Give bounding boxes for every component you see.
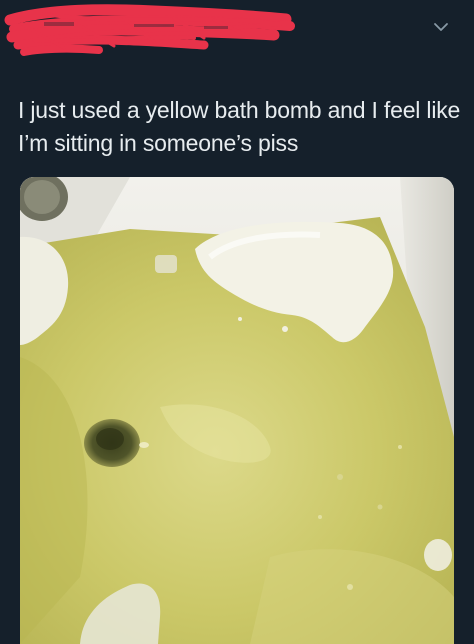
tweet-text: I just used a yellow bath bomb and I fee…	[18, 97, 461, 156]
tweet-photo[interactable]	[20, 177, 454, 644]
tweet-header	[0, 0, 474, 70]
redaction-scribble	[4, 4, 295, 56]
chevron-down-icon[interactable]	[432, 18, 450, 36]
bathtub-photo	[20, 177, 454, 644]
